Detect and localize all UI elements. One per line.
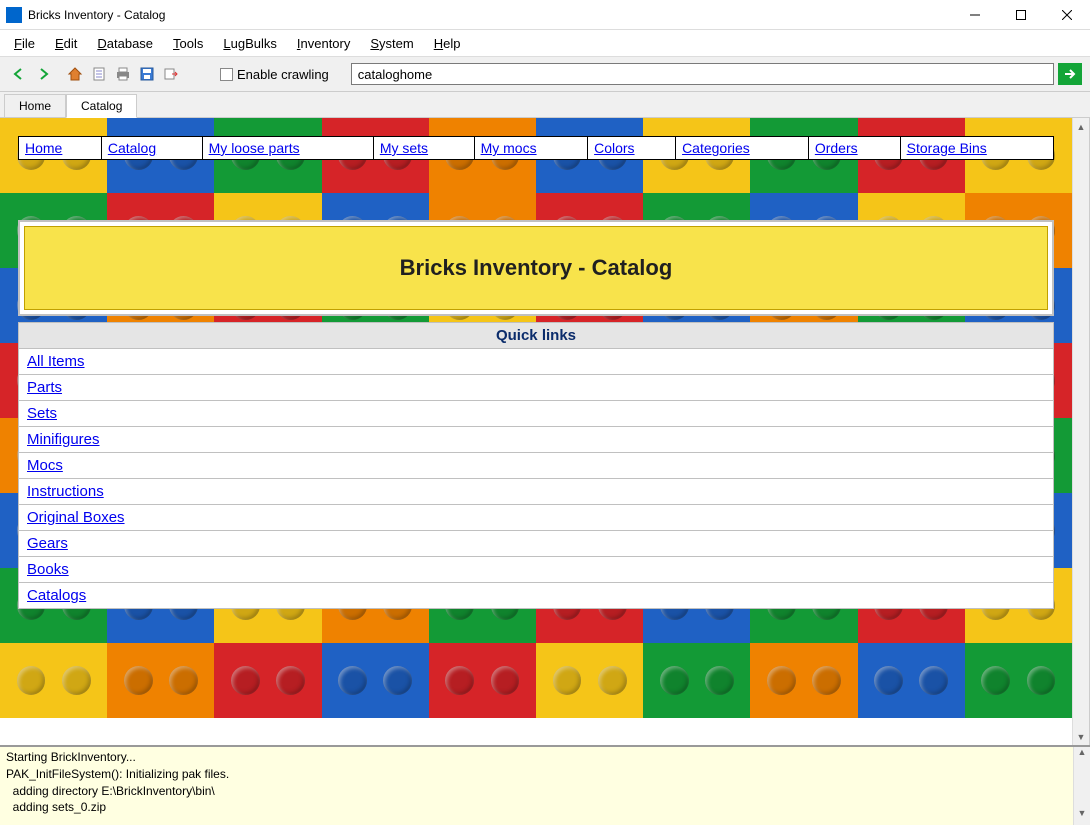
quick-links-header: Quick links [19,323,1053,349]
nav-link-catalog[interactable]: Catalog [108,140,156,156]
quick-link-sets[interactable]: Sets [27,405,57,422]
menu-database[interactable]: Database [87,33,163,54]
quick-link-minifigures[interactable]: Minifigures [27,431,100,448]
export-button[interactable] [160,63,182,85]
console-line: PAK_InitFileSystem(): Initializing pak f… [6,766,1084,783]
print-button[interactable] [112,63,134,85]
lego-brick [107,643,214,718]
lego-brick [858,643,965,718]
app-icon [6,7,22,23]
nav-forward-button[interactable] [32,63,54,85]
lego-brick [965,643,1072,718]
quick-link-row: Original Boxes [19,505,1053,531]
quick-link-gears[interactable]: Gears [27,535,68,552]
quick-link-row: Catalogs [19,583,1053,608]
nav-back-button[interactable] [8,63,30,85]
nav-link-my-sets[interactable]: My sets [380,140,428,156]
menu-edit[interactable]: Edit [45,33,87,54]
quick-link-mocs[interactable]: Mocs [27,457,63,474]
quick-link-row: Mocs [19,453,1053,479]
scroll-down-icon[interactable]: ▼ [1073,728,1089,745]
lego-brick [536,643,643,718]
window-title: Bricks Inventory - Catalog [28,8,952,22]
quick-link-row: Sets [19,401,1053,427]
nav-link-orders[interactable]: Orders [815,140,858,156]
lego-brick [750,643,857,718]
nav-link-my-mocs[interactable]: My mocs [481,140,537,156]
menu-tools[interactable]: Tools [163,33,213,54]
menu-file[interactable]: File [4,33,45,54]
home-button[interactable] [64,63,86,85]
menu-inventory[interactable]: Inventory [287,33,361,54]
nav-link-home[interactable]: Home [25,140,62,156]
quick-link-row: Minifigures [19,427,1053,453]
page-title-box: Bricks Inventory - Catalog [18,220,1054,316]
scroll-down-icon[interactable]: ▼ [1074,808,1090,825]
quick-link-row: Instructions [19,479,1053,505]
scroll-up-icon[interactable]: ▲ [1073,118,1089,135]
quick-link-row: Parts [19,375,1053,401]
lego-brick [0,643,107,718]
nav-link-storage-bins[interactable]: Storage Bins [907,140,987,156]
menu-lugbulks[interactable]: LugBulks [213,33,286,54]
lego-brick [214,643,321,718]
document-button[interactable] [88,63,110,85]
tab-strip: HomeCatalog [0,92,1090,118]
quick-link-row: All Items [19,349,1053,375]
scrollbar-track[interactable] [1073,135,1089,728]
enable-crawling-checkbox[interactable]: Enable crawling [210,67,339,82]
save-button[interactable] [136,63,158,85]
console-line: adding directory E:\BrickInventory\bin\ [6,783,1084,800]
quick-link-row: Books [19,557,1053,583]
vertical-scrollbar[interactable]: ▲ ▼ [1072,118,1089,745]
menu-system[interactable]: System [360,33,423,54]
close-button[interactable] [1044,0,1090,30]
titlebar: Bricks Inventory - Catalog [0,0,1090,30]
nav-link-categories[interactable]: Categories [682,140,750,156]
console-scrollbar[interactable]: ▲ ▼ [1073,747,1090,825]
page-title: Bricks Inventory - Catalog [24,226,1048,310]
scroll-up-icon[interactable]: ▲ [1074,747,1090,764]
console-panel: Starting BrickInventory...PAK_InitFileSy… [0,745,1090,825]
lego-brick [322,643,429,718]
quick-link-catalogs[interactable]: Catalogs [27,587,86,604]
quick-link-row: Gears [19,531,1053,557]
console-line: Starting BrickInventory... [6,749,1084,766]
quick-links-block: Quick links All Items Parts Sets Minifigure… [18,322,1054,609]
content-area: Home Catalog My loose parts My sets My mocs C… [0,118,1072,745]
nav-link-my-loose-parts[interactable]: My loose parts [209,140,300,156]
toolbar: Enable crawling [0,56,1090,92]
minimize-button[interactable] [952,0,998,30]
menu-help[interactable]: Help [424,33,471,54]
window-controls [952,0,1090,30]
menubar: FileEditDatabaseToolsLugBulksInventorySy… [0,30,1090,56]
nav-links-table: Home Catalog My loose parts My sets My mocs C… [18,136,1054,160]
nav-link-colors[interactable]: Colors [594,140,634,156]
quick-link-books[interactable]: Books [27,561,69,578]
checkbox-box[interactable] [220,68,233,81]
tab-home[interactable]: Home [4,94,66,118]
quick-link-parts[interactable]: Parts [27,379,62,396]
tab-catalog[interactable]: Catalog [66,94,137,118]
quick-link-all-items[interactable]: All Items [27,353,85,370]
lego-brick [429,643,536,718]
lego-brick [643,643,750,718]
enable-crawling-label: Enable crawling [237,67,329,82]
maximize-button[interactable] [998,0,1044,30]
quick-link-original-boxes[interactable]: Original Boxes [27,509,125,526]
quick-link-instructions[interactable]: Instructions [27,483,104,500]
console-line: adding sets_0.zip [6,799,1084,816]
url-input[interactable] [351,63,1054,85]
go-button[interactable] [1058,63,1082,85]
